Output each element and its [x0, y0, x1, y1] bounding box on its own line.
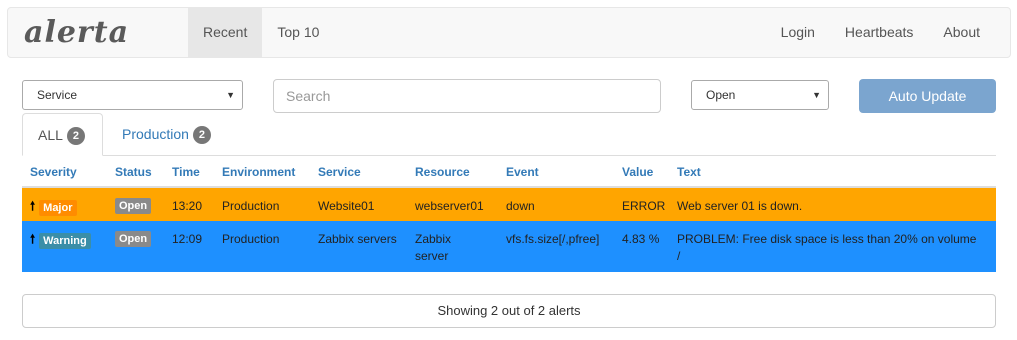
search-input[interactable]: Search [273, 79, 661, 113]
header-time[interactable]: Time [172, 165, 200, 179]
alerts-count-footer: Showing 2 out of 2 alerts [22, 294, 996, 328]
nav-right: Login Heartbeats About [766, 8, 995, 57]
chevron-down-icon: ▼ [226, 90, 235, 100]
header-environment[interactable]: Environment [222, 165, 295, 179]
environment-cell: Production [222, 232, 280, 246]
event-cell: down [506, 199, 535, 213]
status-select[interactable]: Open ▼ [691, 80, 829, 110]
status-select-value: Open [706, 88, 736, 102]
severity-cell: 🠕 Warning [30, 230, 91, 251]
resource-cell: Zabbix server [415, 232, 452, 263]
chevron-down-icon: ▼ [812, 90, 821, 100]
table-header: Severity Status Time Environment Service… [22, 156, 996, 188]
table-row[interactable]: 🠕 Major Open 13:20 Production Website01 … [22, 188, 996, 221]
severity-cell: 🠕 Major [30, 197, 77, 218]
text-cell: Web server 01 is down. [677, 199, 803, 213]
service-cell: Zabbix servers [318, 232, 397, 246]
tab-production-count-badge: 2 [192, 126, 211, 144]
header-event[interactable]: Event [506, 165, 539, 179]
status-label: Open [115, 231, 152, 247]
nav-recent[interactable]: Recent [188, 8, 263, 57]
auto-update-button[interactable]: Auto Update [859, 79, 996, 113]
service-select[interactable]: Service ▼ [22, 80, 243, 110]
tab-all-count-badge: 2 [66, 127, 85, 145]
navbar: alerta Recent Top 10 Login Heartbeats Ab… [7, 7, 1011, 58]
tab-production[interactable]: Production 2 [107, 113, 226, 156]
text-cell: PROBLEM: Free disk space is less than 20… [677, 232, 977, 263]
event-cell: vfs.fs.size[/,pfree] [506, 232, 600, 246]
value-cell: ERROR [622, 199, 666, 213]
tab-all-label: ALL [38, 127, 63, 143]
header-severity[interactable]: Severity [30, 165, 77, 179]
value-cell: 4.83 % [622, 232, 660, 246]
header-text[interactable]: Text [677, 165, 701, 179]
status-cell: Open [115, 197, 152, 214]
severity-label: Warning [39, 232, 91, 249]
status-label: Open [115, 198, 152, 214]
nav-login[interactable]: Login [766, 8, 830, 57]
time-cell: 12:09 [172, 232, 203, 246]
environment-cell: Production [222, 199, 280, 213]
table-row[interactable]: 🠕 Warning Open 12:09 Production Zabbix s… [22, 221, 996, 272]
tab-production-label: Production [122, 126, 189, 142]
nav-top10[interactable]: Top 10 [262, 8, 334, 57]
alerta-logo[interactable]: alerta [24, 15, 129, 50]
status-cell: Open [115, 230, 152, 247]
header-status[interactable]: Status [115, 165, 152, 179]
header-value[interactable]: Value [622, 165, 653, 179]
header-resource[interactable]: Resource [415, 165, 470, 179]
arrow-up-icon: 🠕 [30, 232, 36, 246]
nav-left: Recent Top 10 [188, 8, 334, 57]
severity-label: Major [39, 199, 77, 216]
header-service[interactable]: Service [318, 165, 361, 179]
tab-all[interactable]: ALL 2 [22, 113, 103, 156]
time-cell: 13:20 [172, 199, 203, 213]
nav-heartbeats[interactable]: Heartbeats [830, 8, 928, 57]
arrow-up-icon: 🠕 [30, 199, 36, 213]
alerts-table: Severity Status Time Environment Service… [22, 156, 996, 272]
service-select-value: Service [37, 88, 78, 102]
nav-about[interactable]: About [928, 8, 995, 57]
service-cell: Website01 [318, 199, 375, 213]
resource-cell: webserver01 [415, 199, 484, 213]
environment-tabs: ALL 2 Production 2 [22, 113, 996, 156]
